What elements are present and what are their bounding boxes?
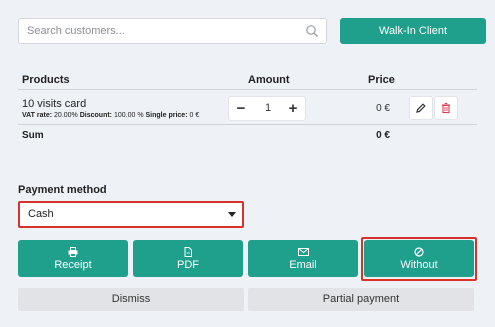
search-placeholder: Search customers... — [27, 25, 125, 37]
search-icon — [306, 25, 318, 37]
single-price-label: Single price: — [145, 112, 188, 119]
payment-method-value: Cash — [28, 208, 54, 220]
pdf-button[interactable]: PDF — [133, 240, 243, 277]
quantity-stepper: − 1 + — [228, 96, 306, 121]
partial-payment-button[interactable]: Partial payment — [248, 288, 474, 311]
item-meta: VAT rate: 20.00% Discount: 100.00 % Sing… — [22, 112, 199, 119]
caret-down-icon — [228, 212, 236, 217]
search-input[interactable]: Search customers... — [18, 18, 327, 44]
header-divider — [18, 89, 477, 90]
delete-button[interactable] — [434, 96, 458, 120]
printer-icon — [68, 247, 78, 257]
item-name: 10 visits card — [22, 98, 87, 110]
discount-label: Discount: — [79, 112, 113, 119]
single-price-value: 0 € — [189, 112, 200, 119]
item-price: 0 € — [376, 103, 390, 114]
dismiss-button[interactable]: Dismiss — [18, 288, 244, 311]
trash-icon — [442, 102, 450, 114]
pencil-icon — [416, 103, 426, 113]
header-products: Products — [22, 74, 70, 86]
decrease-button[interactable]: − — [234, 101, 248, 116]
sum-label: Sum — [22, 130, 44, 141]
walk-in-client-button[interactable]: Walk-In Client — [340, 18, 486, 44]
vat-label: VAT rate: — [22, 112, 53, 119]
increase-button[interactable]: + — [286, 101, 300, 116]
envelope-icon — [297, 248, 309, 256]
vat-value: 20.00% — [54, 112, 78, 119]
sum-value: 0 € — [376, 130, 390, 141]
edit-button[interactable] — [409, 96, 433, 120]
row-divider — [18, 124, 477, 125]
pdf-file-icon — [184, 247, 192, 257]
receipt-button[interactable]: Receipt — [18, 240, 128, 277]
pdf-label: PDF — [177, 259, 199, 271]
email-button[interactable]: Email — [248, 240, 358, 277]
email-label: Email — [289, 259, 317, 271]
payment-method-label: Payment method — [18, 184, 107, 196]
payment-method-select[interactable]: Cash — [18, 201, 244, 228]
receipt-label: Receipt — [54, 259, 92, 271]
discount-value: 100.00 % — [113, 112, 144, 119]
header-price: Price — [368, 74, 395, 86]
quantity-value[interactable]: 1 — [255, 97, 281, 120]
without-highlight — [361, 237, 477, 281]
header-amount: Amount — [248, 74, 290, 86]
